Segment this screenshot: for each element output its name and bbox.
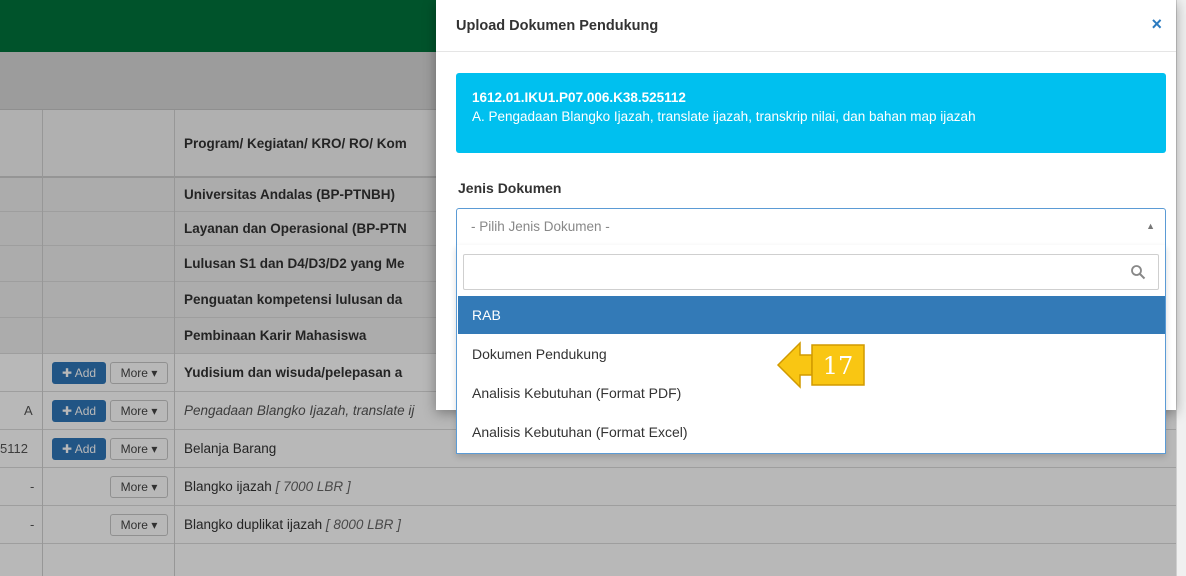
select-placeholder: - Pilih Jenis Dokumen - — [471, 219, 610, 234]
modal-title: Upload Dokumen Pendukung — [456, 18, 659, 34]
search-icon — [1131, 265, 1146, 280]
dropdown-option-rab[interactable]: RAB — [458, 296, 1165, 334]
document-type-label: Jenis Dokumen — [458, 180, 562, 196]
step-number: 17 — [823, 352, 854, 380]
page-scrollbar[interactable] — [1176, 0, 1186, 576]
activity-description: A. Pengadaan Blangko Ijazah, translate i… — [472, 109, 976, 124]
dropdown-search-input[interactable] — [472, 261, 1112, 283]
close-icon[interactable]: × — [1151, 14, 1162, 34]
activity-code: 1612.01.IKU1.P07.006.K38.525112 — [472, 90, 686, 105]
document-type-select[interactable]: - Pilih Jenis Dokumen - ▲ — [456, 208, 1166, 246]
info-callout: 1612.01.IKU1.P07.006.K38.525112 A. Penga… — [456, 73, 1166, 153]
modal-header: Upload Dokumen Pendukung × — [436, 0, 1176, 52]
caret-up-icon: ▲ — [1146, 221, 1155, 231]
dropdown-option-analisis-excel[interactable]: Analisis Kebutuhan (Format Excel) — [458, 413, 1165, 451]
step-callout-arrow: 17 — [776, 341, 865, 389]
dropdown-search[interactable] — [463, 254, 1159, 290]
